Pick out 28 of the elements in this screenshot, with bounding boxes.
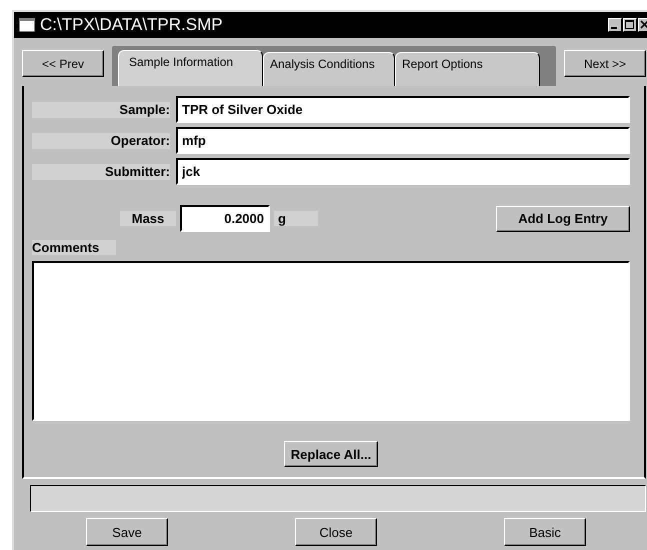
field-label: Operator:	[32, 132, 170, 148]
prev-button[interactable]: << Prev	[22, 50, 104, 77]
add-log-entry-button[interactable]: Add Log Entry	[496, 206, 630, 232]
tab[interactable]: Analysis Conditions	[263, 52, 395, 86]
dialog-button[interactable]: Basic	[504, 518, 586, 546]
mass-field[interactable]: 0.2000	[180, 205, 270, 232]
window-title: C:\TPX\DATA\TPR.SMP	[40, 15, 223, 35]
dialog-button[interactable]: Save	[86, 518, 168, 546]
field-label: Submitter:	[32, 164, 170, 180]
input-field[interactable]: jck	[176, 158, 630, 185]
comments-field[interactable]	[32, 261, 630, 421]
next-button[interactable]: Next >>	[564, 50, 646, 77]
input-field[interactable]: TPR of Silver Oxide	[176, 96, 630, 123]
replace-all-button[interactable]: Replace All...	[284, 441, 378, 467]
tab[interactable]: Report Options	[395, 52, 540, 86]
tab[interactable]: Sample Information	[118, 50, 263, 86]
mass-label: Mass	[120, 211, 176, 226]
comments-label: Comments	[32, 240, 116, 255]
field-label: Sample:	[32, 102, 170, 118]
maximize-icon	[625, 20, 635, 30]
minimize-button[interactable]	[608, 18, 622, 32]
dialog-button[interactable]: Close	[295, 518, 377, 546]
unit-label: g	[274, 211, 318, 226]
minimize-icon	[611, 27, 617, 29]
close-icon	[640, 20, 647, 30]
input-field[interactable]: mfp	[176, 127, 630, 154]
window-icon	[18, 17, 36, 33]
maximize-button[interactable]	[623, 18, 637, 32]
